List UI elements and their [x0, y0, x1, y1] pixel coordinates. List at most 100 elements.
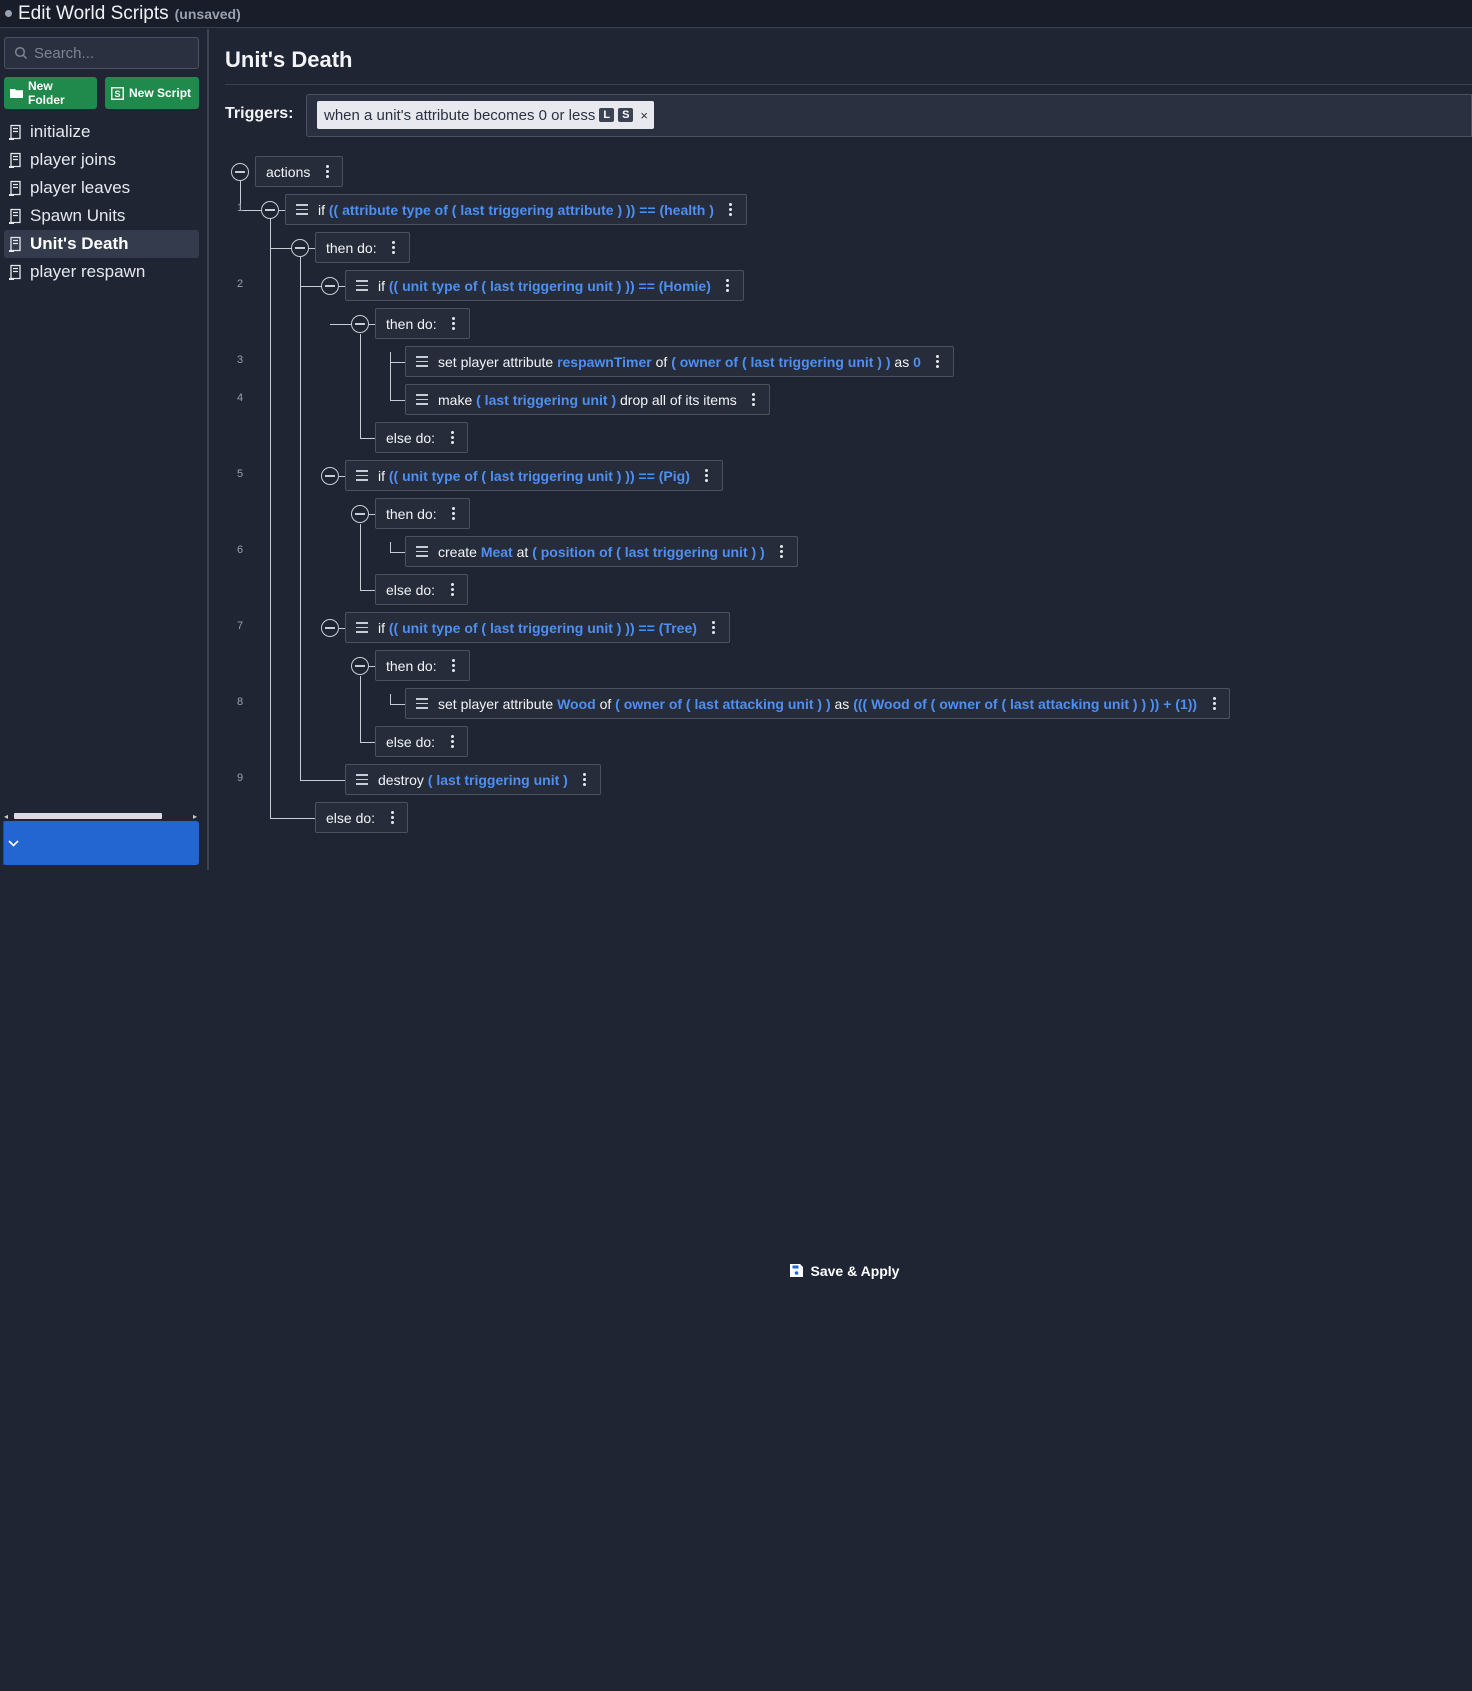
more-options-icon[interactable] [707, 621, 721, 634]
script-item[interactable]: player leaves [4, 174, 199, 202]
action-parameter[interactable]: ( owner of ( last attacking unit ) ) [615, 696, 830, 712]
drag-handle-icon[interactable] [356, 280, 368, 291]
more-options-icon[interactable] [387, 241, 401, 254]
action-parameter[interactable]: ( owner of ( last triggering unit ) ) [671, 354, 890, 370]
new-folder-button[interactable]: New Folder [4, 77, 97, 109]
action-parameter[interactable]: ( last triggering unit ) [428, 772, 568, 788]
script-item[interactable]: player joins [4, 146, 199, 174]
drag-handle-icon[interactable] [416, 546, 428, 557]
save-options-dropdown[interactable] [3, 821, 23, 865]
search-input[interactable] [34, 44, 184, 62]
action-parameter[interactable]: Wood [557, 696, 596, 712]
action-parameter[interactable]: ((( Wood of ( owner of ( last attacking … [853, 696, 1197, 712]
more-options-icon[interactable] [447, 659, 461, 672]
action-block[interactable]: if (( unit type of ( last triggering uni… [345, 612, 730, 643]
horizontal-scrollbar[interactable]: ◂ ▸ [4, 810, 199, 821]
action-parameter[interactable]: (( unit type of ( last triggering unit )… [389, 468, 690, 484]
more-options-icon[interactable] [1207, 697, 1221, 710]
else-do-block[interactable]: else do: [375, 726, 469, 757]
drag-handle-icon[interactable] [356, 774, 368, 785]
collapse-toggle-icon[interactable] [231, 163, 249, 181]
more-options-icon[interactable] [700, 469, 714, 482]
collapse-toggle-icon[interactable] [321, 277, 339, 295]
drag-handle-icon[interactable] [296, 204, 308, 215]
script-icon [9, 124, 21, 140]
action-text: set player attribute Wood of ( owner of … [438, 696, 1197, 712]
action-parameter[interactable]: (( attribute type of ( last triggering a… [329, 202, 714, 218]
else-do-block[interactable]: else do: [315, 802, 409, 833]
collapse-toggle-icon[interactable] [291, 239, 309, 257]
action-parameter[interactable]: 0 [913, 354, 921, 370]
script-file-icon: S [111, 86, 124, 100]
script-icon [9, 152, 21, 168]
collapse-toggle-icon[interactable] [351, 315, 369, 333]
action-block[interactable]: if (( attribute type of ( last triggerin… [285, 194, 747, 225]
search-box[interactable] [4, 37, 199, 69]
collapse-toggle-icon[interactable] [351, 657, 369, 675]
scroll-left-icon[interactable]: ◂ [4, 812, 8, 821]
collapse-toggle-icon[interactable] [321, 467, 339, 485]
more-options-icon[interactable] [931, 355, 945, 368]
action-parameter[interactable]: (( unit type of ( last triggering unit )… [389, 278, 711, 294]
action-text: create Meat at ( position of ( last trig… [438, 544, 765, 560]
action-keyword: destroy [378, 771, 428, 788]
script-item[interactable]: player respawn [4, 258, 199, 286]
action-parameter[interactable]: Meat [481, 544, 513, 560]
drag-handle-icon[interactable] [416, 394, 428, 405]
collapse-toggle-icon[interactable] [321, 619, 339, 637]
then-do-block[interactable]: then do: [375, 498, 470, 529]
more-options-icon[interactable] [721, 279, 735, 292]
script-item-label: initialize [30, 122, 91, 141]
more-options-icon[interactable] [724, 203, 738, 216]
new-script-button[interactable]: S New Script [105, 77, 199, 109]
save-apply-main[interactable]: Save & Apply [214, 850, 1472, 1691]
actions-block[interactable]: actions [255, 156, 344, 187]
more-options-icon[interactable] [385, 811, 399, 824]
tree-connector-line [300, 257, 301, 780]
action-block[interactable]: set player attribute respawnTimer of ( o… [405, 346, 954, 377]
action-block[interactable]: if (( unit type of ( last triggering uni… [345, 270, 744, 301]
tree-connector-line [360, 524, 361, 590]
action-block[interactable]: if (( unit type of ( last triggering uni… [345, 460, 723, 491]
else-do-block[interactable]: else do: [375, 422, 469, 453]
folder-icon [10, 89, 23, 98]
action-parameter[interactable]: respawnTimer [557, 354, 652, 370]
action-parameter[interactable]: ( last triggering unit ) [476, 392, 616, 408]
script-item[interactable]: initialize [4, 118, 199, 146]
then-do-block-label: then do: [326, 239, 377, 256]
more-options-icon[interactable] [445, 583, 459, 596]
drag-handle-icon[interactable] [416, 356, 428, 367]
more-options-icon[interactable] [747, 393, 761, 406]
else-do-block[interactable]: else do: [375, 574, 469, 605]
tree-connector-line [390, 552, 406, 553]
more-options-icon[interactable] [445, 735, 459, 748]
drag-handle-icon[interactable] [416, 698, 428, 709]
action-block[interactable]: make ( last triggering unit ) drop all o… [405, 384, 770, 415]
action-block[interactable]: create Meat at ( position of ( last trig… [405, 536, 798, 567]
more-options-icon[interactable] [447, 507, 461, 520]
scrollbar-thumb[interactable] [14, 813, 162, 819]
new-folder-label: New Folder [28, 79, 65, 107]
then-do-block[interactable]: then do: [315, 232, 410, 263]
collapse-toggle-icon[interactable] [261, 201, 279, 219]
script-item[interactable]: Unit's Death [4, 230, 199, 258]
action-block[interactable]: set player attribute Wood of ( owner of … [405, 688, 1231, 719]
more-options-icon[interactable] [578, 773, 592, 786]
then-do-block[interactable]: then do: [375, 308, 470, 339]
more-options-icon[interactable] [445, 431, 459, 444]
drag-handle-icon[interactable] [356, 622, 368, 633]
action-parameter[interactable]: (( unit type of ( last triggering unit )… [389, 620, 697, 636]
scroll-right-icon[interactable]: ▸ [193, 812, 197, 821]
action-block[interactable]: destroy ( last triggering unit ) [345, 764, 601, 795]
save-apply-button[interactable]: Save & Apply [3, 821, 1472, 1691]
drag-handle-icon[interactable] [356, 470, 368, 481]
more-options-icon[interactable] [447, 317, 461, 330]
more-options-icon[interactable] [320, 165, 334, 178]
script-item[interactable]: Spawn Units [4, 202, 199, 230]
then-do-block[interactable]: then do: [375, 650, 470, 681]
action-text: if (( unit type of ( last triggering uni… [378, 620, 697, 636]
line-number: 7 [237, 620, 244, 632]
collapse-toggle-icon[interactable] [351, 505, 369, 523]
action-parameter[interactable]: ( position of ( last triggering unit ) ) [532, 544, 765, 560]
more-options-icon[interactable] [775, 545, 789, 558]
